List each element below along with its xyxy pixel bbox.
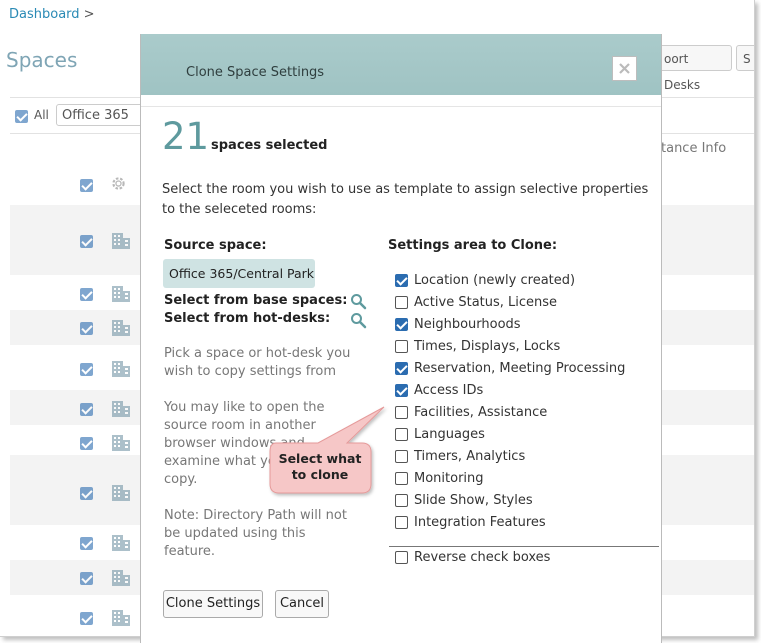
settings-checkbox[interactable] — [395, 362, 408, 375]
settings-heading: Settings area to Clone: — [388, 238, 558, 253]
source-space-heading: Source space: — [164, 238, 267, 253]
row-checkbox[interactable] — [80, 288, 93, 301]
building-icon — [112, 320, 130, 336]
divider — [141, 106, 661, 107]
settings-checkbox[interactable] — [395, 406, 408, 419]
import-desks-button[interactable]: oort Desks — [655, 45, 732, 92]
building-icon — [112, 610, 130, 626]
building-icon — [112, 233, 130, 249]
instruction-text: Select the room you wish to use as templ… — [162, 182, 649, 217]
row-checkbox[interactable] — [80, 322, 93, 335]
space-filter-select[interactable]: Office 365 — [56, 104, 146, 126]
column-header-distance-info: tance Info — [661, 141, 727, 156]
selected-count-label: spaces selected — [211, 138, 328, 153]
reverse-label: Reverse check boxes — [414, 550, 551, 565]
settings-checkbox[interactable] — [395, 450, 408, 463]
settings-option-label: Slide Show, Styles — [414, 493, 533, 508]
breadcrumb: Dashboard > — [9, 7, 95, 22]
settings-checkbox[interactable] — [395, 516, 408, 529]
toolbar-next-button[interactable]: S — [736, 45, 754, 71]
settings-option-label: Neighbourhoods — [414, 317, 521, 332]
building-icon — [112, 435, 130, 451]
settings-option-label: Reservation, Meeting Processing — [414, 361, 626, 376]
dialog-header: Clone Space Settings — [141, 34, 661, 95]
search-icon[interactable] — [350, 293, 367, 310]
select-all-checkbox[interactable] — [15, 110, 28, 123]
gear-icon[interactable] — [110, 175, 127, 192]
settings-option-label: Monitoring — [414, 471, 484, 486]
clone-space-settings-dialog: Clone Space Settings 21 spaces selected … — [140, 34, 662, 643]
source-space-value: Office 365/Central Park — [163, 259, 315, 288]
close-button[interactable] — [612, 56, 637, 81]
callout-line-1: Select what — [278, 451, 362, 466]
row-checkbox[interactable] — [80, 612, 93, 625]
settings-checkbox[interactable] — [395, 428, 408, 441]
row-checkbox[interactable] — [80, 537, 93, 550]
settings-option-label: Location (newly created) — [414, 273, 576, 288]
clone-settings-button[interactable]: Clone Settings — [163, 590, 263, 618]
settings-option-label: Facilities, Assistance — [414, 405, 548, 420]
building-icon — [112, 535, 130, 551]
settings-checkbox[interactable] — [395, 274, 408, 287]
callout-line-2: to clone — [291, 467, 349, 482]
settings-checkbox[interactable] — [395, 472, 408, 485]
cancel-button[interactable]: Cancel — [275, 590, 329, 618]
select-all-label: All — [34, 108, 49, 122]
row-checkbox[interactable] — [80, 363, 93, 376]
breadcrumb-dashboard-link[interactable]: Dashboard — [9, 7, 80, 22]
help-text-note: Note: Directory Path will not be updated… — [164, 508, 347, 559]
building-icon — [112, 570, 130, 586]
settings-checkbox[interactable] — [395, 296, 408, 309]
building-icon — [112, 361, 130, 377]
selected-count: 21 — [162, 115, 210, 158]
hot-desks-label: Select from hot-desks: — [164, 311, 331, 326]
search-icon[interactable] — [350, 312, 367, 329]
building-icon — [112, 286, 130, 302]
settings-option-label: Active Status, License — [414, 295, 558, 310]
page-title: Spaces — [6, 48, 78, 72]
breadcrumb-separator: > — [83, 7, 95, 22]
settings-option-label: Timers, Analytics — [414, 449, 526, 464]
close-icon — [619, 63, 630, 74]
settings-checkbox[interactable] — [395, 494, 408, 507]
row-checkbox[interactable] — [80, 403, 93, 416]
settings-checkbox[interactable] — [395, 318, 408, 331]
settings-option-label: Access IDs — [414, 383, 484, 398]
settings-option-label: Languages — [414, 427, 485, 442]
settings-checkbox[interactable] — [395, 340, 408, 353]
settings-checkbox[interactable] — [395, 384, 408, 397]
row-checkbox[interactable] — [80, 235, 93, 248]
row-checkbox[interactable] — [80, 437, 93, 450]
building-icon — [112, 485, 130, 501]
divider — [389, 546, 659, 547]
reverse-checkbox[interactable] — [395, 551, 408, 564]
help-text-pick: Pick a space or hot-desk you wish to cop… — [164, 346, 351, 379]
row-checkbox[interactable] — [80, 572, 93, 585]
dialog-title: Clone Space Settings — [186, 65, 325, 80]
settings-option-label: Times, Displays, Locks — [414, 339, 561, 354]
base-spaces-label: Select from base spaces: — [164, 293, 348, 308]
settings-option-label: Integration Features — [414, 515, 546, 530]
header-checkbox[interactable] — [80, 179, 93, 192]
building-icon — [112, 401, 130, 417]
callout-text: Select what to clone — [272, 451, 368, 483]
row-checkbox[interactable] — [80, 487, 93, 500]
